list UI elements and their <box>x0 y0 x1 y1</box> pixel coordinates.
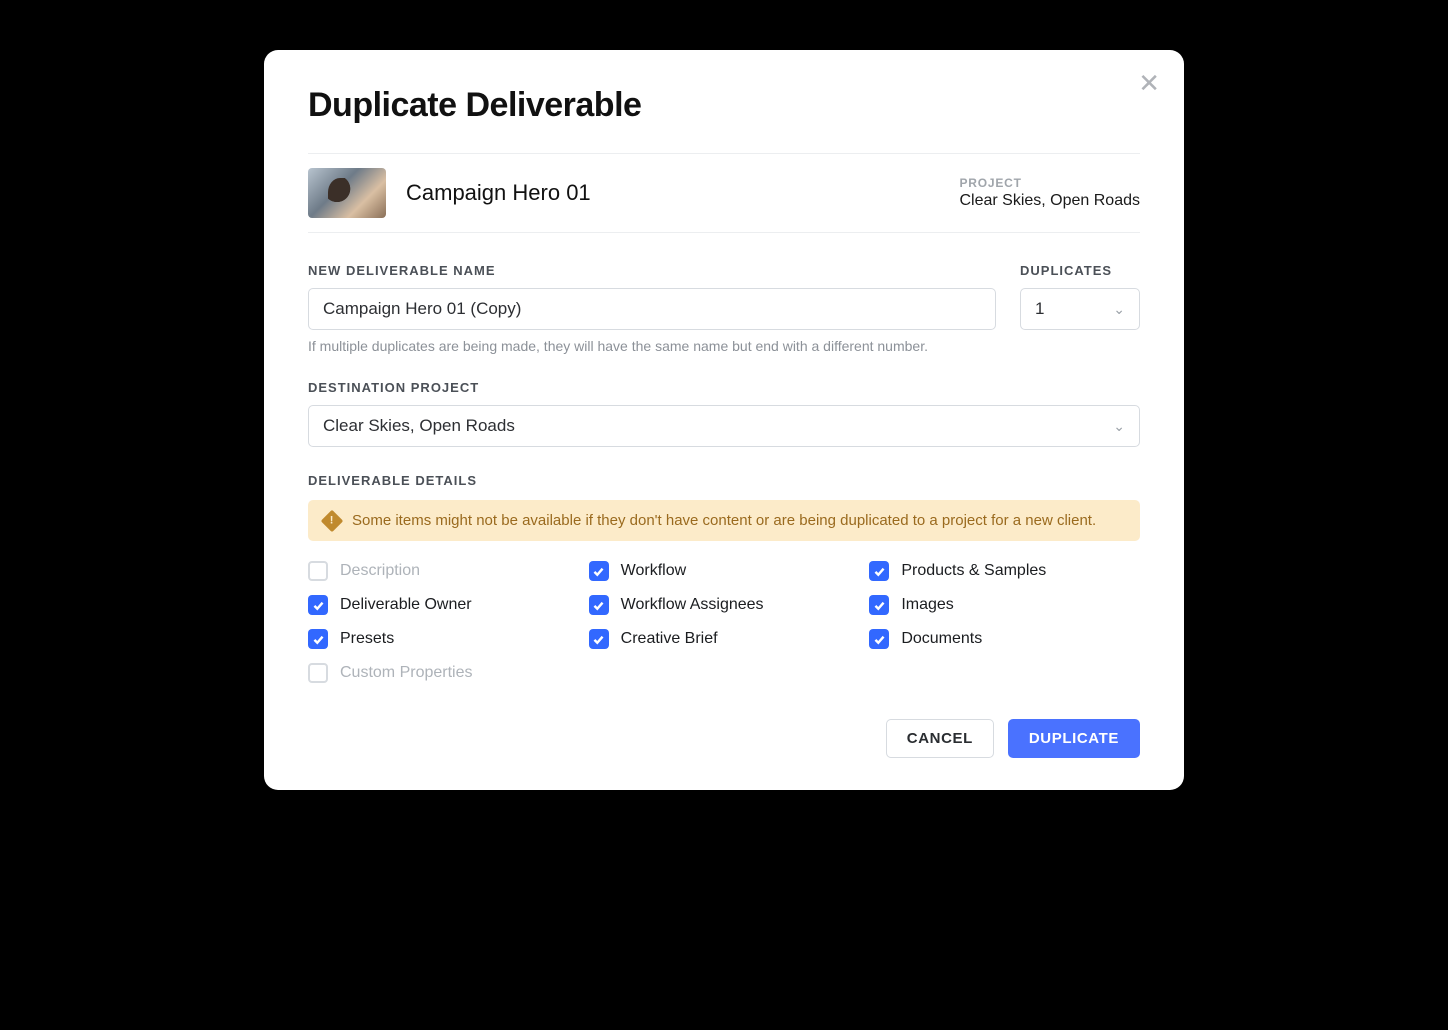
detail-checkbox-label: Workflow <box>621 562 687 580</box>
duplicates-label: DUPLICATES <box>1020 263 1140 278</box>
detail-checkbox-item[interactable]: Workflow Assignees <box>589 595 860 615</box>
new-name-label: NEW DELIVERABLE NAME <box>308 263 996 278</box>
detail-checkbox-label: Deliverable Owner <box>340 596 472 614</box>
detail-checkbox-label: Products & Samples <box>901 562 1046 580</box>
detail-checkbox-item[interactable]: Creative Brief <box>589 629 860 649</box>
detail-checkbox-item: Custom Properties <box>308 663 579 683</box>
details-section-label: DELIVERABLE DETAILS <box>308 473 1140 488</box>
checkbox-icon[interactable] <box>869 595 889 615</box>
duplicates-count-select[interactable]: 1 ⌄ <box>1020 288 1140 330</box>
source-deliverable-name: Campaign Hero 01 <box>406 180 591 206</box>
detail-checkbox-item[interactable]: Workflow <box>589 561 860 581</box>
cancel-button[interactable]: CANCEL <box>886 719 994 758</box>
duplicates-count-value: 1 <box>1035 299 1044 319</box>
duplicate-button[interactable]: DUPLICATE <box>1008 719 1140 758</box>
detail-checkbox-item[interactable]: Images <box>869 595 1140 615</box>
source-thumbnail <box>308 168 386 218</box>
checkbox-icon[interactable] <box>869 561 889 581</box>
checkbox-icon <box>308 663 328 683</box>
detail-checkbox-label: Creative Brief <box>621 630 718 648</box>
detail-checkbox-label: Custom Properties <box>340 664 473 682</box>
destination-project-value: Clear Skies, Open Roads <box>323 416 515 436</box>
name-help-text: If multiple duplicates are being made, t… <box>308 338 1140 354</box>
source-deliverable-row: Campaign Hero 01 PROJECT Clear Skies, Op… <box>308 153 1140 233</box>
checkbox-icon[interactable] <box>589 561 609 581</box>
details-checkbox-grid: Description Workflow Products & Samples Del… <box>308 561 1140 683</box>
detail-checkbox-label: Documents <box>901 630 982 648</box>
chevron-down-icon: ⌄ <box>1113 418 1125 435</box>
source-project-name: Clear Skies, Open Roads <box>959 192 1140 210</box>
detail-checkbox-label: Description <box>340 562 420 580</box>
checkbox-icon[interactable] <box>589 595 609 615</box>
detail-checkbox-item: Description <box>308 561 579 581</box>
detail-checkbox-item[interactable]: Documents <box>869 629 1140 649</box>
details-warning-banner: ! Some items might not be available if t… <box>308 500 1140 541</box>
detail-checkbox-item[interactable]: Deliverable Owner <box>308 595 579 615</box>
checkbox-icon[interactable] <box>589 629 609 649</box>
new-deliverable-name-input[interactable] <box>308 288 996 330</box>
close-icon[interactable]: ✕ <box>1138 70 1160 96</box>
detail-checkbox-item[interactable]: Presets <box>308 629 579 649</box>
modal-title: Duplicate Deliverable <box>308 86 1140 125</box>
detail-checkbox-label: Presets <box>340 630 394 648</box>
destination-label: DESTINATION PROJECT <box>308 380 1140 395</box>
chevron-down-icon: ⌄ <box>1113 301 1125 318</box>
project-label: PROJECT <box>959 176 1140 190</box>
duplicate-deliverable-modal: ✕ Duplicate Deliverable Campaign Hero 01… <box>264 50 1184 790</box>
checkbox-icon[interactable] <box>308 629 328 649</box>
destination-project-select[interactable]: Clear Skies, Open Roads ⌄ <box>308 405 1140 447</box>
checkbox-icon[interactable] <box>869 629 889 649</box>
checkbox-icon <box>308 561 328 581</box>
detail-checkbox-label: Images <box>901 596 953 614</box>
checkbox-icon[interactable] <box>308 595 328 615</box>
detail-checkbox-label: Workflow Assignees <box>621 596 764 614</box>
detail-checkbox-item[interactable]: Products & Samples <box>869 561 1140 581</box>
warning-icon: ! <box>321 509 344 532</box>
details-warning-text: Some items might not be available if the… <box>352 512 1096 529</box>
